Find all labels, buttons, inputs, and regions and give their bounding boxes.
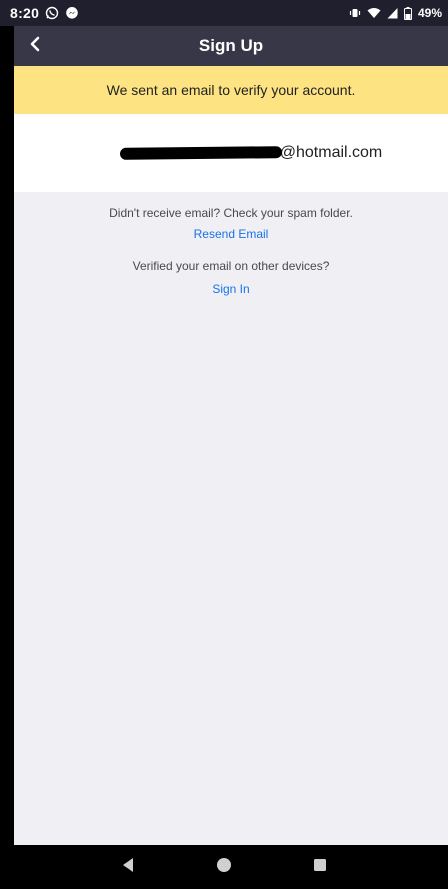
signal-icon (387, 7, 398, 19)
app-header: Sign Up (14, 26, 448, 66)
resend-email-link[interactable]: Resend Email (14, 227, 448, 241)
whatsapp-icon (45, 6, 59, 20)
battery-percent: 49% (417, 6, 442, 20)
nav-back-button[interactable] (113, 852, 143, 882)
status-time: 8:20 (10, 5, 40, 21)
wifi-icon (367, 7, 381, 19)
page-title: Sign Up (198, 36, 264, 55)
email-card: @hotmail.com (14, 114, 448, 192)
battery-icon (403, 6, 412, 20)
sign-in-link[interactable]: Sign In (14, 282, 448, 296)
email-domain: @hotmail.com (279, 144, 383, 161)
redacted-email-username (119, 146, 282, 160)
nav-home-button[interactable] (209, 852, 239, 882)
nav-recents-button[interactable] (305, 852, 335, 882)
messenger-icon (65, 6, 79, 20)
help-content: Didn't receive email? Check your spam fo… (14, 192, 448, 874)
email-address: @hotmail.com (119, 144, 383, 162)
spam-folder-text: Didn't receive email? Check your spam fo… (109, 206, 353, 220)
back-triangle-icon (121, 857, 135, 878)
home-circle-icon (216, 857, 232, 878)
system-nav-bar (0, 845, 448, 889)
status-bar: 8:20 49% (0, 0, 448, 26)
status-left: 8:20 (10, 5, 79, 21)
verification-notice-banner: We sent an email to verify your account. (14, 66, 448, 114)
back-button[interactable] (18, 26, 52, 66)
other-devices-text: Verified your email on other devices? (132, 259, 330, 273)
chevron-left-icon (29, 36, 41, 57)
vibrate-icon (349, 7, 361, 19)
recents-square-icon (313, 858, 327, 877)
status-right: 49% (349, 6, 442, 20)
screen: 8:20 49% Sign Up We sent an email to ver… (0, 0, 448, 889)
notice-text: We sent an email to verify your account. (106, 82, 356, 98)
